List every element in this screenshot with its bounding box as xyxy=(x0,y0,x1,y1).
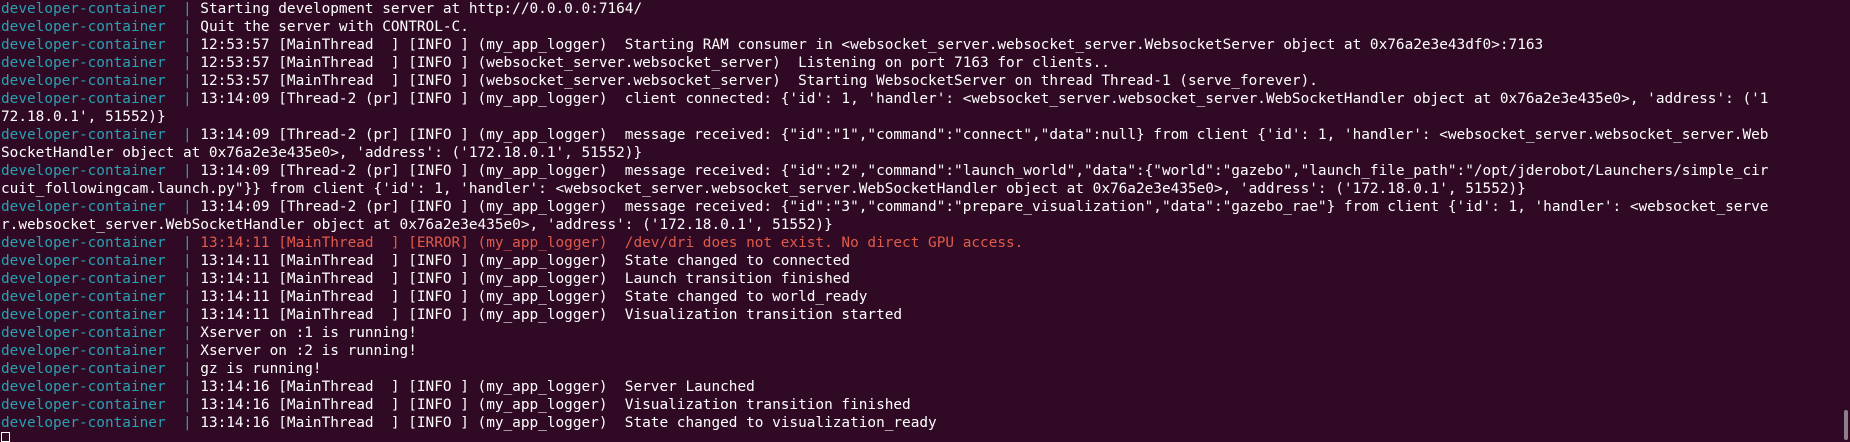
log-line: developer-container | 13:14:16 [MainThre… xyxy=(1,396,1837,414)
container-prefix: developer-container | xyxy=(1,91,201,107)
scrollbar-thumb[interactable] xyxy=(1844,410,1848,440)
log-line: SocketHandler object at 0x76a2e3e435e0>,… xyxy=(1,144,1837,162)
log-line: developer-container | 13:14:09 [Thread-2… xyxy=(1,90,1837,108)
container-prefix: developer-container | xyxy=(1,397,201,413)
container-prefix: developer-container | xyxy=(1,325,201,341)
log-text: 13:14:09 [Thread-2 (pr] [INFO ] (my_app_… xyxy=(200,163,1769,179)
log-text: cuit_followingcam.launch.py"}} from clie… xyxy=(1,181,1526,197)
container-prefix: developer-container | xyxy=(1,235,201,251)
log-text: 13:14:11 [MainThread ] [INFO ] (my_app_l… xyxy=(200,307,903,323)
log-text: 13:14:16 [MainThread ] [INFO ] (my_app_l… xyxy=(200,397,911,413)
log-text: Starting development server at http://0.… xyxy=(200,1,643,17)
log-text: Xserver on :1 is running! xyxy=(200,325,417,341)
log-text: 72.18.0.1', 51552)} xyxy=(1,109,166,125)
log-line: developer-container | 13:14:11 [MainThre… xyxy=(1,288,1837,306)
log-text: Quit the server with CONTROL-C. xyxy=(200,19,469,35)
log-text: 13:14:16 [MainThread ] [INFO ] (my_app_l… xyxy=(200,415,937,431)
terminal-scrollbar[interactable] xyxy=(1840,0,1850,442)
container-prefix: developer-container | xyxy=(1,199,201,215)
container-prefix: developer-container | xyxy=(1,19,201,35)
log-line: cuit_followingcam.launch.py"}} from clie… xyxy=(1,180,1837,198)
log-text: SocketHandler object at 0x76a2e3e435e0>,… xyxy=(1,145,643,161)
log-line: developer-container | 13:14:09 [Thread-2… xyxy=(1,198,1837,216)
log-line: developer-container | 13:14:11 [MainThre… xyxy=(1,234,1837,252)
log-text: Xserver on :2 is running! xyxy=(200,343,417,359)
container-prefix: developer-container | xyxy=(1,163,201,179)
log-text: 12:53:57 [MainThread ] [INFO ] (my_app_l… xyxy=(200,37,1544,53)
log-line: developer-container | 13:14:09 [Thread-2… xyxy=(1,126,1837,144)
log-line: developer-container | 13:14:16 [MainThre… xyxy=(1,378,1837,396)
container-prefix: developer-container | xyxy=(1,271,201,287)
container-prefix: developer-container | xyxy=(1,415,201,431)
container-prefix: developer-container | xyxy=(1,253,201,269)
terminal-output: developer-container | Starting developme… xyxy=(1,0,1837,432)
log-line: developer-container | Quit the server wi… xyxy=(1,18,1837,36)
log-line: developer-container | 13:14:11 [MainThre… xyxy=(1,306,1837,324)
container-prefix: developer-container | xyxy=(1,307,201,323)
container-prefix: developer-container | xyxy=(1,379,201,395)
container-prefix: developer-container | xyxy=(1,361,201,377)
log-text: 13:14:09 [Thread-2 (pr] [INFO ] (my_app_… xyxy=(200,91,1769,107)
log-line: developer-container | Xserver on :2 is r… xyxy=(1,342,1837,360)
log-text: 13:14:16 [MainThread ] [INFO ] (my_app_l… xyxy=(200,379,755,395)
log-line: developer-container | gz is running! xyxy=(1,360,1837,378)
container-prefix: developer-container | xyxy=(1,127,201,143)
container-prefix: developer-container | xyxy=(1,343,201,359)
log-text: 13:14:11 [MainThread ] [INFO ] (my_app_l… xyxy=(200,289,868,305)
log-line: developer-container | Starting developme… xyxy=(1,0,1837,18)
log-line: developer-container | Xserver on :1 is r… xyxy=(1,324,1837,342)
log-line: r.websocket_server.WebSocketHandler obje… xyxy=(1,216,1837,234)
log-line: developer-container | 12:53:57 [MainThre… xyxy=(1,54,1837,72)
log-text: 13:14:11 [MainThread ] [INFO ] (my_app_l… xyxy=(200,271,851,287)
log-text: 12:53:57 [MainThread ] [INFO ] (websocke… xyxy=(200,55,1110,71)
log-text: r.websocket_server.WebSocketHandler obje… xyxy=(1,217,833,233)
log-text: 12:53:57 [MainThread ] [INFO ] (websocke… xyxy=(200,73,1318,89)
log-line: developer-container | 13:14:11 [MainThre… xyxy=(1,270,1837,288)
log-text: 13:14:09 [Thread-2 (pr] [INFO ] (my_app_… xyxy=(200,127,1769,143)
log-line: 72.18.0.1', 51552)} xyxy=(1,108,1837,126)
log-text: gz is running! xyxy=(200,361,322,377)
log-text: 13:14:11 [MainThread ] [INFO ] (my_app_l… xyxy=(200,253,851,269)
terminal-window[interactable]: developer-container | Starting developme… xyxy=(0,0,1850,442)
log-error-text: 13:14:11 [MainThread ] [ERROR] (my_app_l… xyxy=(200,235,1024,251)
log-text: 13:14:09 [Thread-2 (pr] [INFO ] (my_app_… xyxy=(200,199,1769,215)
log-line: developer-container | 13:14:11 [MainThre… xyxy=(1,252,1837,270)
container-prefix: developer-container | xyxy=(1,37,201,53)
log-line: developer-container | 12:53:57 [MainThre… xyxy=(1,72,1837,90)
log-line: developer-container | 13:14:09 [Thread-2… xyxy=(1,162,1837,180)
container-prefix: developer-container | xyxy=(1,73,201,89)
container-prefix: developer-container | xyxy=(1,289,201,305)
container-prefix: developer-container | xyxy=(1,1,201,17)
terminal-cursor xyxy=(1,432,10,442)
log-line: developer-container | 13:14:16 [MainThre… xyxy=(1,414,1837,432)
log-line: developer-container | 12:53:57 [MainThre… xyxy=(1,36,1837,54)
container-prefix: developer-container | xyxy=(1,55,201,71)
